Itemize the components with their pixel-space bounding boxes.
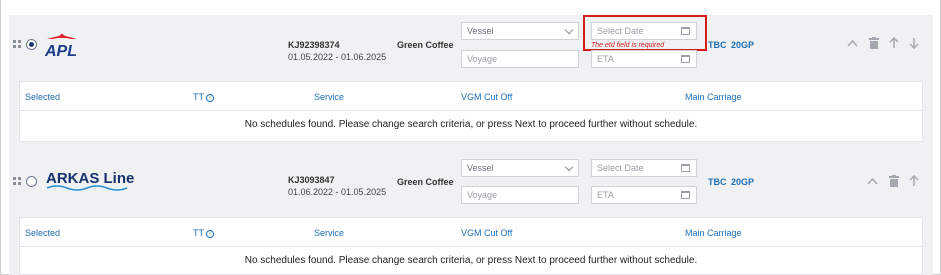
header-tt[interactable]: TT i — [193, 92, 214, 102]
drag-handle-icon[interactable] — [13, 40, 21, 48]
arkas-line-logo: ARKAS Line — [45, 167, 137, 198]
header-vgm-cut-off[interactable]: VGM Cut Off — [461, 92, 512, 102]
booking-reference: KJ3093847 — [288, 175, 335, 185]
header-selected[interactable]: Selected — [25, 92, 60, 102]
header-tt[interactable]: TT i — [193, 228, 214, 238]
voyage-placeholder: Voyage — [467, 190, 498, 200]
arrow-up-icon[interactable] — [909, 174, 919, 190]
etd-error-message: The etd field is required — [591, 42, 665, 49]
calendar-icon[interactable] — [681, 191, 690, 199]
equipment-link[interactable]: 20GP — [731, 40, 754, 50]
carrier-row-apl: APL KJ92398374 01.05.2022 - 01.06.2025 G… — [9, 15, 933, 155]
arrow-down-icon[interactable] — [909, 37, 919, 52]
schedule-panel: Selected TT i Service VGM Cut Off Main Ca… — [19, 81, 923, 142]
eta-placeholder: ETA — [597, 54, 614, 64]
header-service[interactable]: Service — [314, 228, 344, 238]
arrow-up-icon[interactable] — [889, 36, 899, 52]
validity-date-range: 01.05.2022 - 01.06.2025 — [288, 52, 387, 62]
chevron-down-icon — [564, 162, 574, 172]
validity-date-range: 01.06.2022 - 01.05.2025 — [288, 187, 387, 197]
voyage-input[interactable]: Voyage — [461, 50, 579, 68]
equipment-link[interactable]: 20GP — [731, 177, 754, 187]
chevron-up-icon[interactable] — [847, 38, 858, 50]
eta-placeholder: ETA — [597, 190, 614, 200]
header-main-carriage[interactable]: Main Carriage — [685, 92, 742, 102]
status-tbc-link[interactable]: TBC — [708, 40, 727, 50]
etd-date-input[interactable]: Select Date — [591, 159, 697, 177]
trash-icon[interactable] — [889, 175, 899, 190]
vessel-select-value: Vessel — [467, 163, 494, 173]
vessel-select-value: Vessel — [467, 26, 494, 36]
apl-logo: APL — [43, 33, 81, 64]
drag-handle-icon[interactable] — [13, 177, 21, 185]
calendar-icon[interactable] — [681, 164, 690, 172]
no-schedules-message: No schedules found. Please change search… — [244, 255, 698, 266]
status-tbc-link[interactable]: TBC — [708, 177, 727, 187]
schedule-panel: Selected TT i Service VGM Cut Off Main Ca… — [19, 217, 923, 275]
schedule-header-row: Selected TT i Service VGM Cut Off Main Ca… — [20, 82, 922, 111]
commodity-label: Green Coffee — [397, 40, 454, 50]
no-schedules-message: No schedules found. Please change search… — [244, 119, 698, 130]
vessel-select[interactable]: Vessel — [461, 159, 579, 177]
etd-placeholder: Select Date — [597, 163, 644, 173]
svg-text:APL: APL — [44, 43, 77, 59]
header-main-carriage[interactable]: Main Carriage — [685, 228, 742, 238]
carrier-select-radio-apl[interactable] — [26, 39, 37, 50]
booking-reference: KJ92398374 — [288, 40, 340, 50]
schedule-header-row: Selected TT i Service VGM Cut Off Main Ca… — [20, 218, 922, 247]
voyage-input[interactable]: Voyage — [461, 186, 579, 204]
voyage-placeholder: Voyage — [467, 54, 498, 64]
trash-icon[interactable] — [869, 37, 879, 52]
carrier-row-arkas: ARKAS Line KJ3093847 01.06.2022 - 01.05.… — [9, 155, 933, 275]
header-tt-label: TT — [193, 92, 204, 102]
chevron-down-icon — [564, 25, 574, 35]
header-service[interactable]: Service — [314, 92, 344, 102]
chevron-up-icon[interactable] — [867, 176, 878, 188]
header-tt-label: TT — [193, 228, 204, 238]
svg-text:ARKAS Line: ARKAS Line — [46, 170, 134, 187]
info-icon[interactable]: i — [206, 94, 214, 102]
eta-date-input[interactable]: ETA — [591, 50, 697, 68]
vessel-select[interactable]: Vessel — [461, 22, 579, 40]
header-vgm-cut-off[interactable]: VGM Cut Off — [461, 228, 512, 238]
commodity-label: Green Coffee — [397, 177, 454, 187]
calendar-icon[interactable] — [681, 55, 690, 63]
carrier-select-radio-arkas[interactable] — [26, 176, 37, 187]
header-selected[interactable]: Selected — [25, 228, 60, 238]
info-icon[interactable]: i — [206, 230, 214, 238]
eta-date-input[interactable]: ETA — [591, 186, 697, 204]
